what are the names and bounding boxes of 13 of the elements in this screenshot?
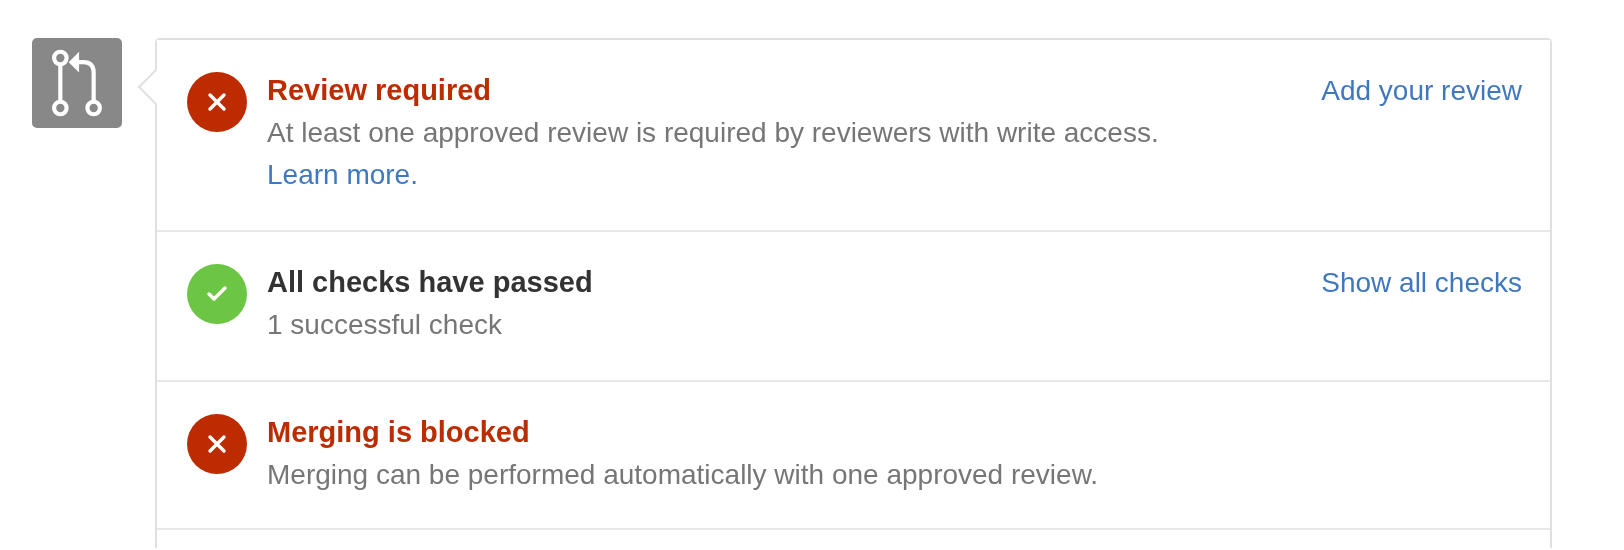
status-title: Review required bbox=[267, 73, 492, 108]
pull-request-icon bbox=[32, 38, 122, 128]
status-description: 1 successful check bbox=[267, 308, 503, 342]
status-check-icon bbox=[187, 264, 247, 324]
status-title: Merging is blocked bbox=[267, 415, 530, 450]
learn-more-link[interactable]: Learn more. bbox=[267, 152, 418, 198]
status-title: All checks have passed bbox=[267, 265, 593, 300]
status-description: At least one approved review is required by reviewers with write access. bbox=[267, 116, 1160, 150]
action-link[interactable]: Show all checks bbox=[1321, 267, 1522, 299]
action-link[interactable]: Add your review bbox=[1321, 75, 1522, 107]
status-x-icon bbox=[187, 72, 247, 132]
status-description: Merging can be performed automatically with one approved review. bbox=[267, 458, 1100, 492]
status-x-icon bbox=[187, 414, 247, 474]
